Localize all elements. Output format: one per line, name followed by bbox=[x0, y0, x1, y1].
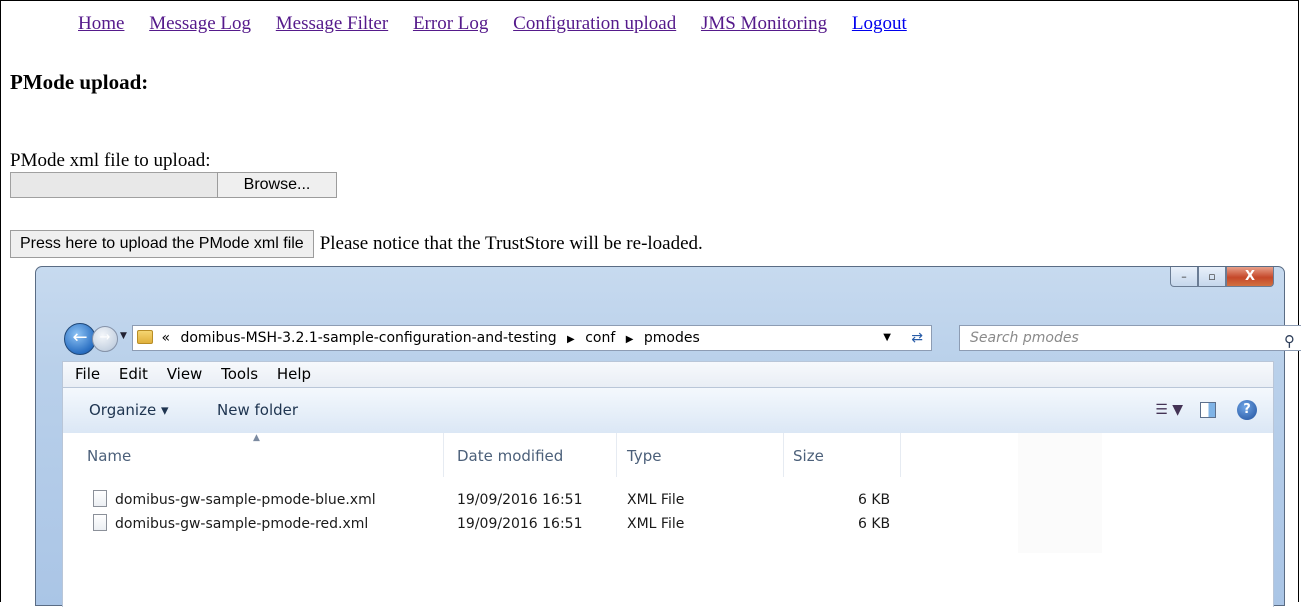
column-header-size[interactable]: Size bbox=[793, 447, 824, 465]
help-icon[interactable]: ? bbox=[1237, 400, 1257, 420]
window-controls: – ▫ X bbox=[1170, 267, 1274, 289]
nav-link-logout[interactable]: Logout bbox=[852, 13, 907, 34]
column-header-date-modified[interactable]: Date modified bbox=[457, 447, 563, 465]
refresh-icon[interactable]: ⇄ bbox=[911, 326, 923, 350]
maximize-button[interactable]: ▫ bbox=[1198, 267, 1226, 287]
nav-link-message-filter[interactable]: Message Filter bbox=[276, 13, 388, 34]
file-list: ▲ Name Date modified Type Size domibus-g… bbox=[62, 433, 1274, 607]
file-size: 6 KB bbox=[858, 492, 891, 508]
menu-edit[interactable]: Edit bbox=[119, 365, 148, 383]
menu-view[interactable]: View bbox=[167, 365, 203, 383]
recent-pages-dropdown-icon[interactable]: ▼ bbox=[120, 331, 127, 341]
close-button[interactable]: X bbox=[1226, 267, 1274, 287]
nav-link-home[interactable]: Home bbox=[78, 13, 124, 34]
file-row[interactable]: domibus-gw-sample-pmode-red.xml 19/09/20… bbox=[63, 513, 1273, 535]
upload-pmode-button[interactable]: Press here to upload the PMode xml file bbox=[10, 230, 314, 258]
new-folder-button[interactable]: New folder bbox=[217, 388, 298, 433]
address-row: ← → ▼ « domibus-MSH-3.2.1-sample-configu… bbox=[64, 323, 1301, 355]
menu-help[interactable]: Help bbox=[277, 365, 311, 383]
menu-file[interactable]: File bbox=[75, 365, 100, 383]
breadcrumb-overflow[interactable]: « bbox=[161, 330, 170, 346]
search-placeholder: Search pmodes bbox=[970, 330, 1079, 346]
file-path-field[interactable] bbox=[10, 172, 218, 198]
file-explorer-window: – ▫ X ← → ▼ « domibus-MSH-3.2.1-sample-c… bbox=[35, 266, 1301, 607]
truststore-notice: Please notice that the TrustStore will b… bbox=[319, 233, 703, 254]
breadcrumb-item[interactable]: domibus-MSH-3.2.1-sample-configuration-a… bbox=[180, 330, 556, 346]
file-input-label: PMode xml file to upload: bbox=[10, 150, 211, 171]
search-input[interactable]: Search pmodes ⚲ bbox=[959, 325, 1301, 351]
top-navigation: Home Message Log Message Filter Error Lo… bbox=[78, 13, 927, 35]
upload-row: Press here to upload the PMode xml file … bbox=[10, 230, 703, 258]
xml-file-icon bbox=[93, 490, 107, 507]
breadcrumb-item[interactable]: conf bbox=[585, 330, 615, 346]
column-divider[interactable] bbox=[783, 433, 784, 477]
search-icon[interactable]: ⚲ bbox=[1284, 329, 1295, 353]
column-header-name[interactable]: Name bbox=[87, 447, 131, 465]
file-size: 6 KB bbox=[858, 516, 891, 532]
breadcrumb-item[interactable]: pmodes bbox=[644, 330, 700, 346]
file-date: 19/09/2016 16:51 bbox=[457, 492, 583, 508]
nav-link-configuration-upload[interactable]: Configuration upload bbox=[513, 13, 676, 34]
file-type: XML File bbox=[627, 516, 685, 532]
file-row[interactable]: domibus-gw-sample-pmode-blue.xml 19/09/2… bbox=[63, 489, 1273, 511]
browse-button[interactable]: Browse... bbox=[217, 172, 337, 198]
chevron-right-icon[interactable]: ▶ bbox=[626, 334, 634, 345]
file-name: domibus-gw-sample-pmode-red.xml bbox=[115, 516, 369, 532]
xml-file-icon bbox=[93, 514, 107, 531]
file-name-cell: domibus-gw-sample-pmode-blue.xml bbox=[93, 489, 376, 511]
column-divider[interactable] bbox=[443, 433, 444, 477]
sort-ascending-icon: ▲ bbox=[253, 433, 260, 443]
view-options-icon[interactable]: ☰ ▼ bbox=[1155, 388, 1183, 433]
page-title: PMode upload: bbox=[10, 70, 149, 94]
column-divider[interactable] bbox=[616, 433, 617, 477]
chevron-down-icon[interactable]: ▼ bbox=[883, 326, 891, 350]
folder-icon bbox=[137, 330, 153, 344]
menu-tools[interactable]: Tools bbox=[221, 365, 258, 383]
column-divider[interactable] bbox=[900, 433, 901, 477]
file-name-cell: domibus-gw-sample-pmode-red.xml bbox=[93, 513, 368, 535]
address-bar[interactable]: « domibus-MSH-3.2.1-sample-configuration… bbox=[132, 325, 932, 351]
file-type: XML File bbox=[627, 492, 685, 508]
column-header-type[interactable]: Type bbox=[627, 447, 661, 465]
organize-button[interactable]: Organize ▾ bbox=[89, 388, 169, 433]
nav-link-jms-monitoring[interactable]: JMS Monitoring bbox=[701, 13, 827, 34]
nav-link-error-log[interactable]: Error Log bbox=[413, 13, 488, 34]
menu-bar: File Edit View Tools Help bbox=[62, 361, 1274, 388]
file-name: domibus-gw-sample-pmode-blue.xml bbox=[115, 492, 376, 508]
chevron-right-icon[interactable]: ▶ bbox=[567, 334, 575, 345]
file-date: 19/09/2016 16:51 bbox=[457, 516, 583, 532]
minimize-button[interactable]: – bbox=[1170, 267, 1198, 287]
preview-pane-icon[interactable] bbox=[1200, 402, 1216, 418]
forward-arrow-icon[interactable]: → bbox=[92, 326, 118, 352]
command-toolbar: Organize ▾ New folder ☰ ▼ ? bbox=[62, 388, 1274, 433]
nav-link-message-log[interactable]: Message Log bbox=[149, 13, 251, 34]
